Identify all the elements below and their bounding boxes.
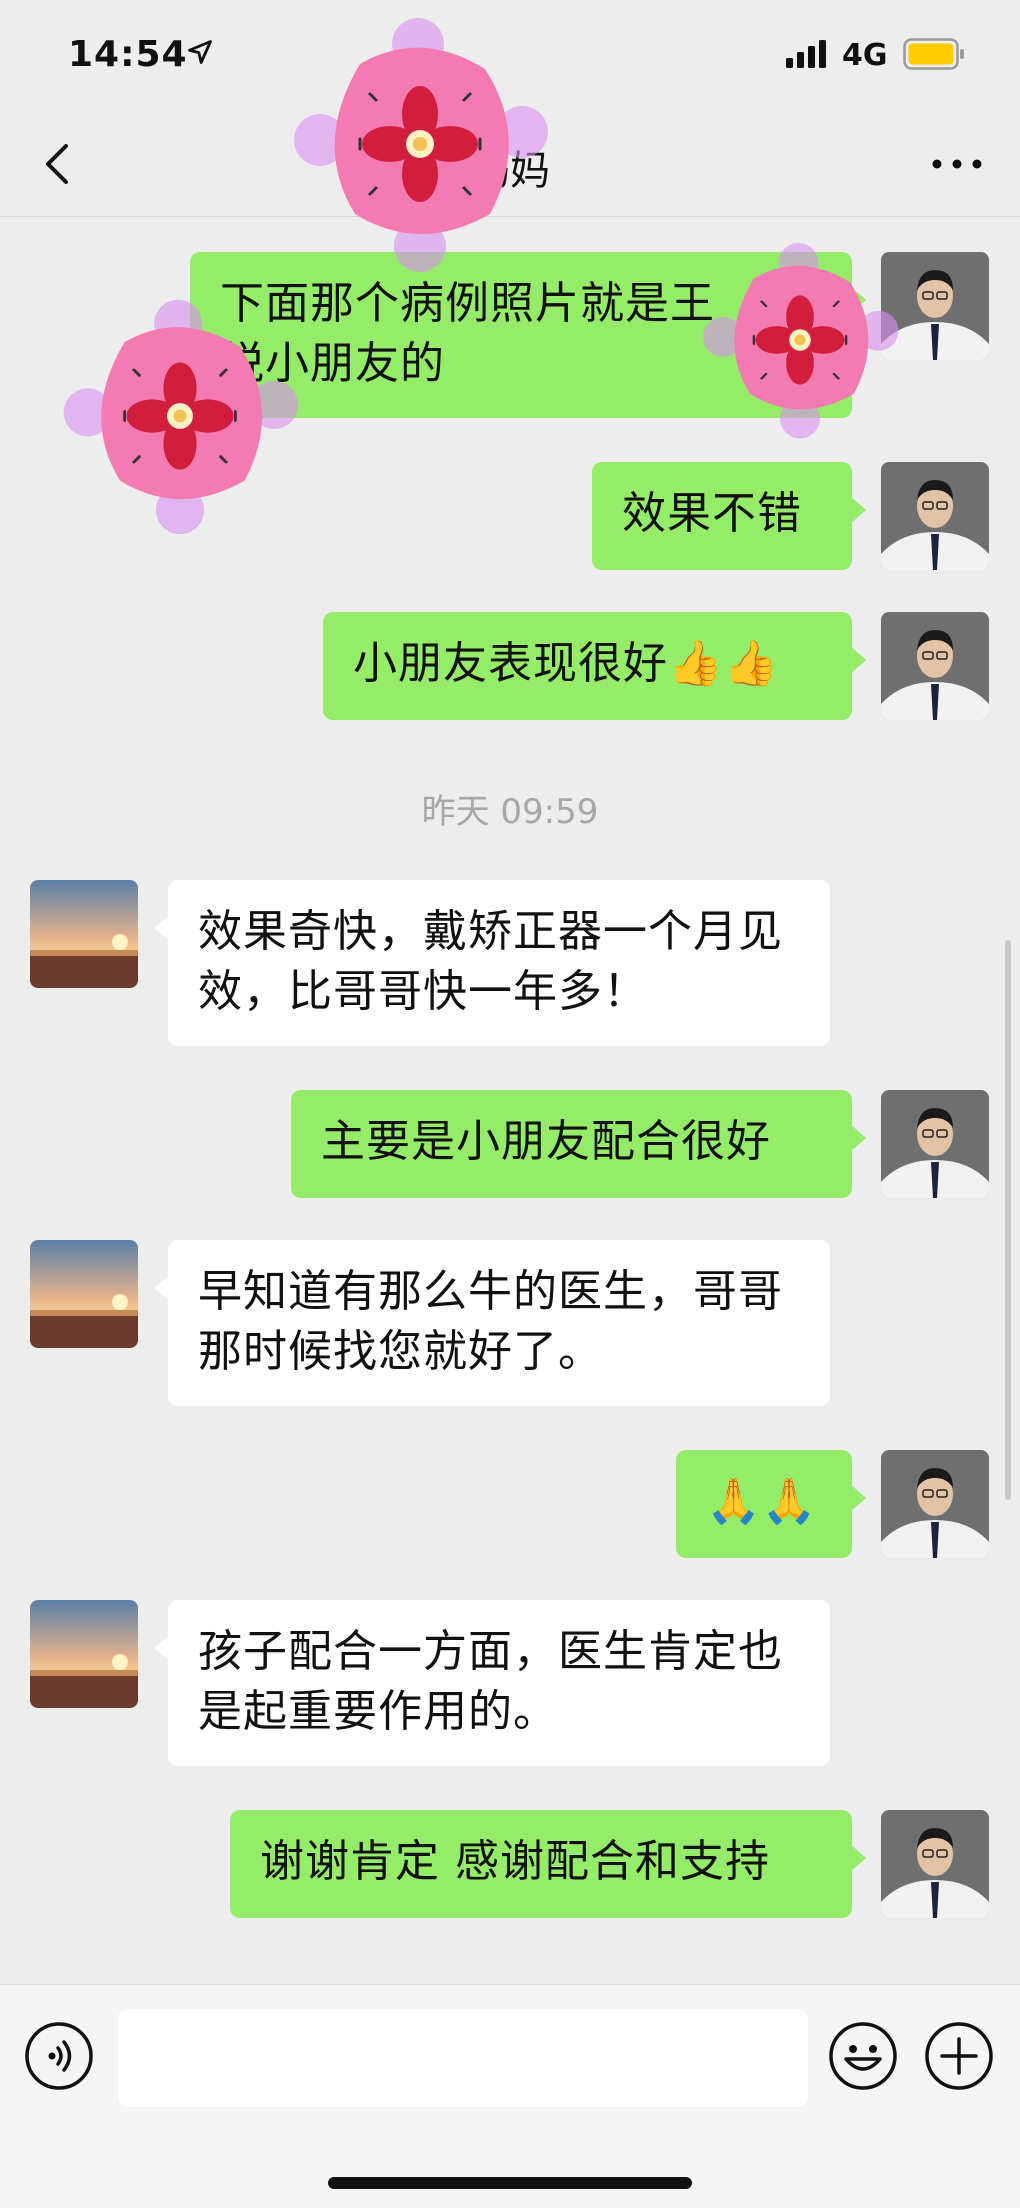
voice-input-icon[interactable] [24,2021,94,2091]
message-bubble-peer[interactable]: 效果奇快，戴矫正器一个月见效，比哥哥快一年多！ [154,880,830,1046]
avatar-doctor[interactable] [881,612,989,720]
message-bubble-self[interactable]: 谢谢肯定 感谢配合和支持 [230,1810,866,1918]
avatar-doctor[interactable] [881,1090,989,1198]
message-text: 早知道有那么牛的医生，哥哥那时候找您就好了。 [198,1266,783,1377]
message-text: 小朋友表现很好👍👍 [353,638,780,689]
message-bubble-peer[interactable]: 孩子配合一方面，医生肯定也是起重要作用的。 [154,1600,830,1766]
status-time: 14:54 [68,34,188,75]
message-text: 效果奇快，戴矫正器一个月见效，比哥哥快一年多！ [198,906,783,1017]
message-bubble-self[interactable]: 效果不错 [592,462,866,570]
flower-sticker-icon [294,18,548,272]
avatar-doctor[interactable] [881,462,989,570]
battery-icon [903,38,964,70]
avatar-mother[interactable] [30,1240,138,1348]
home-indicator[interactable] [328,2177,692,2189]
network-type: 4G [842,38,888,73]
message-bubble-peer[interactable]: 早知道有那么牛的医生，哥哥那时候找您就好了。 [154,1240,830,1406]
time-divider: 昨天 09:59 [421,792,599,832]
more-options-icon[interactable] [924,142,990,186]
message-input-bar [0,1984,1020,2208]
message-input[interactable] [118,2009,808,2107]
message-bubble-self[interactable]: 🙏🙏 [676,1450,866,1558]
message-text: 主要是小朋友配合很好 [321,1116,771,1167]
message-text: 🙏🙏 [706,1476,818,1527]
location-arrow-icon [188,40,212,64]
scroll-indicator[interactable] [1005,940,1011,1500]
avatar-doctor[interactable] [881,1450,989,1558]
flower-sticker-icon [63,299,299,535]
avatar-mother[interactable] [30,1600,138,1708]
emoji-icon[interactable] [828,2021,898,2091]
message-text: 效果不错 [622,488,802,539]
message-text: 孩子配合一方面，医生肯定也是起重要作用的。 [198,1626,783,1737]
message-bubble-self[interactable]: 小朋友表现很好👍👍 [323,612,866,720]
cellular-signal-icon [786,40,826,68]
avatar-mother[interactable] [30,880,138,988]
avatar-doctor[interactable] [881,1810,989,1918]
plus-icon[interactable] [924,2021,994,2091]
message-bubble-self[interactable]: 主要是小朋友配合很好 [291,1090,866,1198]
flower-sticker-icon [703,243,899,439]
message-text: 谢谢肯定 感谢配合和支持 [260,1836,770,1887]
